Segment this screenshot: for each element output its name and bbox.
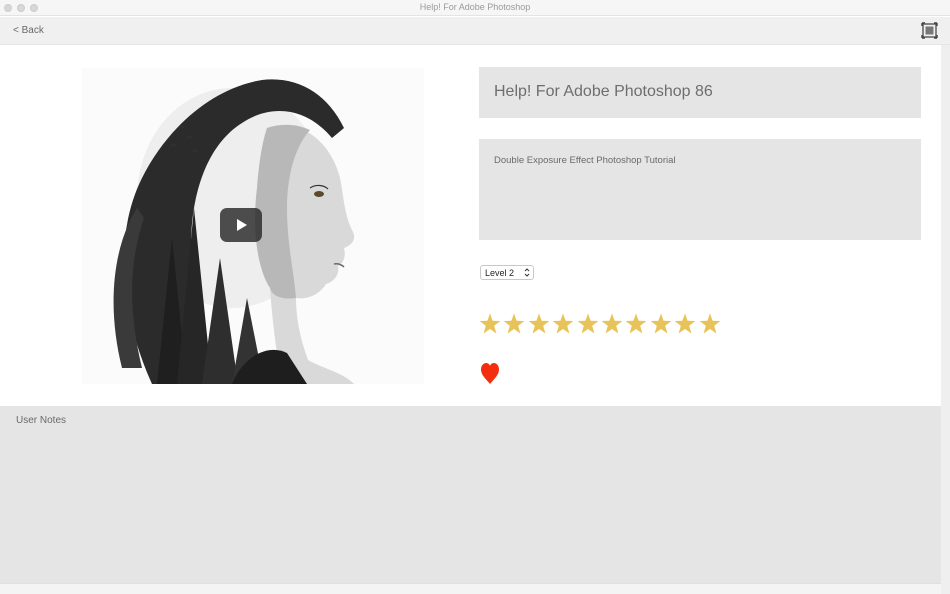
back-button[interactable]: < Back <box>13 25 44 36</box>
tutorial-title-field[interactable]: Help! For Adobe Photoshop 86 <box>479 67 921 118</box>
window-title: Help! For Adobe Photoshop <box>419 2 531 12</box>
user-notes-area[interactable]: User Notes <box>0 406 941 583</box>
star-icon[interactable] <box>479 313 501 335</box>
star-icon[interactable] <box>625 313 647 335</box>
video-thumbnail[interactable] <box>82 68 424 384</box>
detail-panel: Help! For Adobe Photoshop 86 Double Expo… <box>0 45 941 406</box>
window-bottom-edge <box>0 583 941 594</box>
chevron-updown-icon <box>524 268 530 277</box>
star-icon[interactable] <box>699 313 721 335</box>
toolbar: < Back <box>0 17 950 45</box>
star-icon[interactable] <box>650 313 672 335</box>
tutorial-description-field[interactable]: Double Exposure Effect Photoshop Tutoria… <box>479 139 921 240</box>
star-icon[interactable] <box>601 313 623 335</box>
play-icon <box>237 219 247 231</box>
tutorial-title: Help! For Adobe Photoshop 86 <box>494 83 713 100</box>
play-button[interactable] <box>220 208 262 242</box>
star-rating[interactable] <box>479 313 729 339</box>
star-icon[interactable] <box>528 313 550 335</box>
star-icon[interactable] <box>503 313 525 335</box>
window-edge <box>941 45 950 594</box>
fullscreen-icon[interactable] <box>921 22 938 39</box>
star-icon[interactable] <box>552 313 574 335</box>
tutorial-description: Double Exposure Effect Photoshop Tutoria… <box>494 155 676 166</box>
user-notes-label: User Notes <box>16 415 67 426</box>
app-window: Help! For Adobe Photoshop < Back Help! F… <box>0 0 950 594</box>
level-select-value: Level 2 <box>485 268 515 278</box>
star-icon[interactable] <box>674 313 696 335</box>
star-icon[interactable] <box>577 313 599 335</box>
title-bar: Help! For Adobe Photoshop <box>0 0 950 16</box>
level-select[interactable]: Level 2 <box>480 265 534 280</box>
heart-icon[interactable] <box>481 363 499 385</box>
